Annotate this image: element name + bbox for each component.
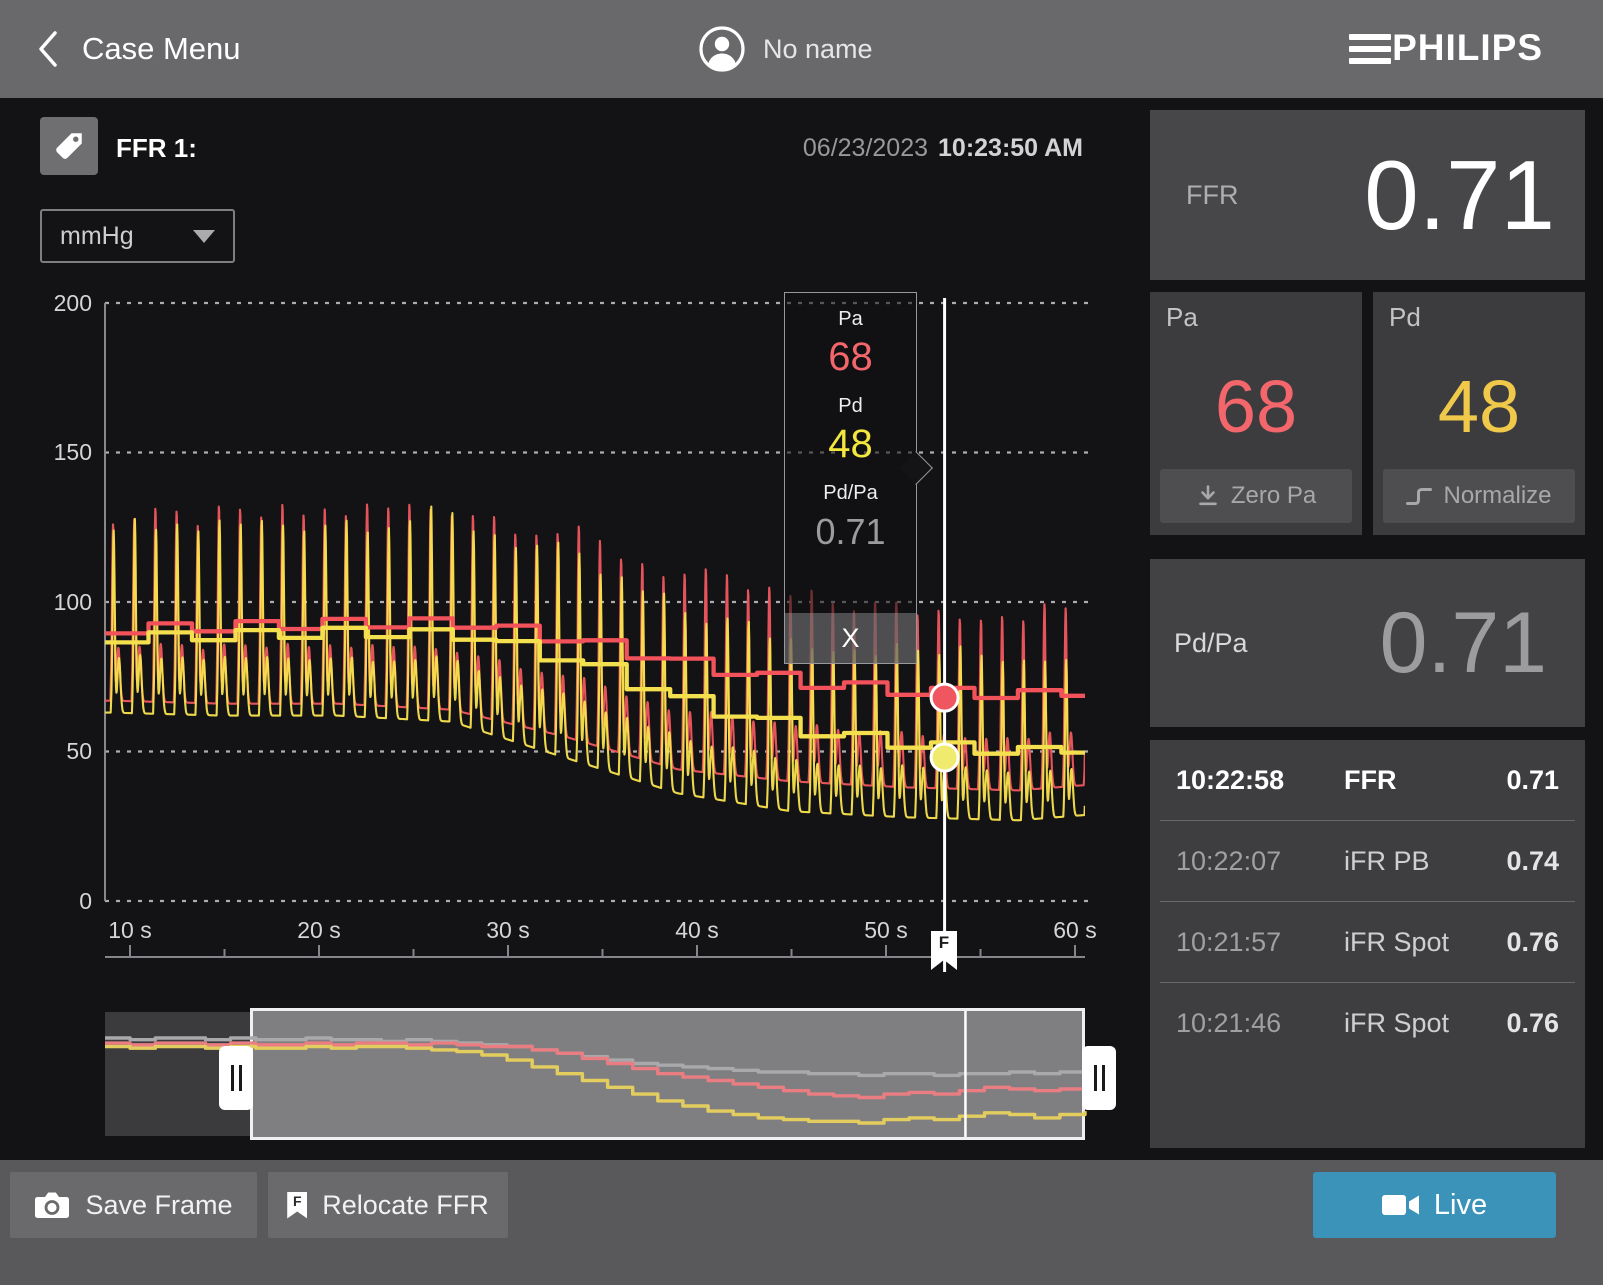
tooltip-close-button[interactable]: X	[785, 613, 916, 663]
relocate-ffr-button[interactable]: F Relocate FFR	[268, 1172, 508, 1238]
pause-handle-icon	[1094, 1065, 1097, 1091]
pa-label: Pa	[1166, 302, 1198, 333]
history-type: iFR PB	[1344, 846, 1475, 877]
history-type: iFR Spot	[1344, 927, 1475, 958]
y-tick-50: 50	[66, 738, 92, 764]
pa-panel: Pa 68 Zero Pa	[1150, 292, 1362, 535]
minimap-right-handle[interactable]	[1082, 1046, 1116, 1110]
pa-cursor-dot	[931, 684, 958, 711]
zero-pa-button[interactable]: Zero Pa	[1160, 469, 1352, 523]
patient-name: No name	[763, 34, 873, 65]
pa-value: 68	[1150, 364, 1362, 449]
y-tick-0: 0	[79, 888, 92, 914]
label-tag-button[interactable]	[40, 117, 98, 175]
history-value: 0.76	[1475, 1008, 1559, 1039]
record-datetime: 06/23/2023 10:23:50 AM	[803, 134, 1083, 163]
x-tick-60s: 60 s	[1053, 917, 1096, 943]
history-time: 10:21:46	[1176, 1008, 1344, 1039]
ffr-result-panel: FFR 0.71	[1150, 110, 1585, 280]
x-tick-50s: 50 s	[864, 917, 907, 943]
minimap-chart	[0, 1008, 1123, 1140]
tag-icon	[52, 129, 86, 163]
ffr-value: 0.71	[1364, 110, 1555, 280]
run-title: FFR 1:	[116, 133, 197, 164]
history-time: 10:22:07	[1176, 846, 1344, 877]
pdpa-label: Pd/Pa	[1174, 559, 1248, 727]
avatar-icon	[698, 25, 746, 73]
history-value: 0.71	[1475, 765, 1559, 796]
relocate-label: Relocate FFR	[322, 1190, 489, 1221]
normalize-label: Normalize	[1443, 482, 1551, 510]
tooltip-pa-value: 68	[828, 335, 873, 380]
menu-button[interactable]	[1349, 30, 1391, 68]
pause-handle-icon	[231, 1065, 234, 1091]
history-row[interactable]: 10:22:58 FFR 0.71	[1150, 740, 1585, 820]
pressure-chart: 200 150 100 50 0 10 s 20 s 30 s 40 s 50 …	[0, 278, 1123, 988]
chevron-down-icon	[193, 230, 215, 243]
tooltip-pd-label: Pd	[838, 395, 862, 418]
history-type: iFR Spot	[1344, 1008, 1475, 1039]
pd-panel: Pd 48 Normalize	[1373, 292, 1585, 535]
ffr-label: FFR	[1186, 110, 1238, 280]
tooltip-ratio-label: Pd/Pa	[823, 482, 877, 505]
x-tick-40s: 40 s	[675, 917, 718, 943]
x-tick-20s: 20 s	[297, 917, 340, 943]
pd-label: Pd	[1389, 302, 1421, 333]
pd-cursor-dot	[931, 744, 958, 771]
unit-dropdown[interactable]: mmHg	[40, 209, 235, 263]
bottom-bar: Save Frame F Relocate FFR Live	[0, 1160, 1603, 1285]
history-value: 0.74	[1475, 846, 1559, 877]
history-time: 10:21:57	[1176, 927, 1344, 958]
minimap-left-handle[interactable]	[219, 1046, 253, 1110]
back-button[interactable]: Case Menu	[36, 0, 241, 98]
history-row[interactable]: 10:22:07 iFR PB 0.74	[1150, 821, 1585, 901]
cursor-group[interactable]	[931, 298, 958, 972]
history-type: FFR	[1344, 765, 1475, 796]
cursor-tooltip: Pa 68 Pd 48 Pd/Pa 0.71 X	[784, 292, 917, 664]
video-camera-icon	[1382, 1193, 1420, 1217]
pd-value: 48	[1373, 364, 1585, 449]
y-tick-150: 150	[54, 439, 92, 465]
patient-info[interactable]: No name	[698, 0, 873, 98]
back-chevron-icon	[36, 28, 60, 70]
normalize-step-icon	[1406, 486, 1432, 507]
record-time: 10:23:50 AM	[938, 134, 1083, 162]
brand-logo: PHILIPS	[1392, 27, 1543, 69]
zero-arrow-icon	[1196, 484, 1220, 508]
save-frame-label: Save Frame	[85, 1190, 232, 1221]
record-date: 06/23/2023	[803, 134, 928, 162]
tooltip-ratio-value: 0.71	[815, 511, 885, 553]
app-root: Case Menu No name PHILIPS FFR 1: 06/23/2…	[0, 0, 1603, 1285]
pdpa-value: 0.71	[1380, 559, 1547, 727]
pdpa-panel: Pd/Pa 0.71	[1150, 559, 1585, 727]
y-tick-200: 200	[54, 290, 92, 316]
x-tick-30s: 30 s	[486, 917, 529, 943]
history-time: 10:22:58	[1176, 765, 1344, 796]
top-bar: Case Menu No name PHILIPS	[0, 0, 1603, 98]
bookmark-f-icon: F	[287, 1192, 307, 1219]
back-label: Case Menu	[82, 31, 241, 67]
history-row[interactable]: 10:21:57 iFR Spot 0.76	[1150, 902, 1585, 982]
zero-pa-label: Zero Pa	[1231, 482, 1316, 510]
tooltip-pa-label: Pa	[838, 308, 862, 331]
live-label: Live	[1434, 1189, 1487, 1222]
history-value: 0.76	[1475, 927, 1559, 958]
unit-value: mmHg	[60, 222, 193, 251]
normalize-button[interactable]: Normalize	[1383, 469, 1575, 523]
tooltip-pd-value: 48	[828, 422, 873, 467]
save-frame-button[interactable]: Save Frame	[10, 1172, 257, 1238]
y-tick-100: 100	[54, 589, 92, 615]
x-tick-10s: 10 s	[108, 917, 151, 943]
hamburger-icon	[1349, 34, 1391, 40]
camera-icon	[34, 1191, 70, 1219]
history-row[interactable]: 10:21:46 iFR Spot 0.76	[1150, 983, 1585, 1063]
live-button[interactable]: Live	[1313, 1172, 1556, 1238]
measurement-history-panel: 10:22:58 FFR 0.71 10:22:07 iFR PB 0.74 1…	[1150, 740, 1585, 1148]
